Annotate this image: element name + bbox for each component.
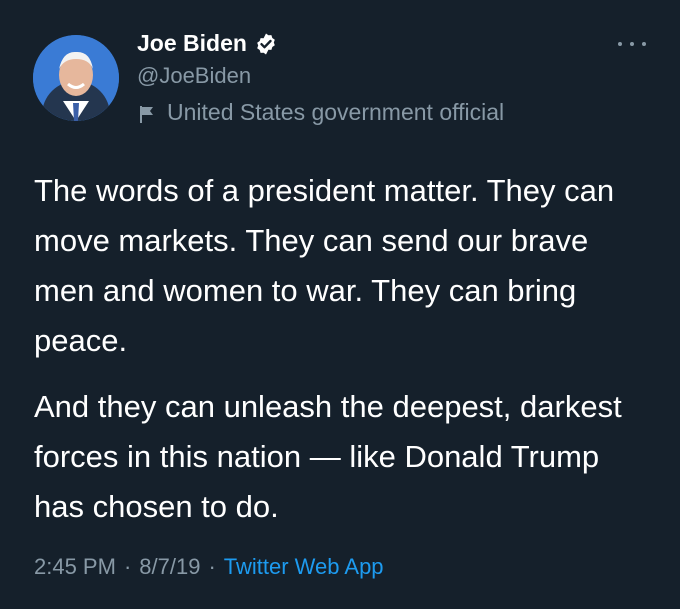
tweet-time[interactable]: 2:45 PM	[34, 554, 116, 580]
more-dot-icon	[642, 42, 646, 46]
government-label-text: United States government official	[167, 99, 505, 125]
tweet-paragraph: And they can unleash the deepest, darkes…	[34, 389, 622, 524]
more-dot-icon	[630, 42, 634, 46]
profile-photo-icon	[33, 35, 119, 121]
meta-separator: ·	[123, 554, 132, 579]
meta-separator: ·	[208, 554, 216, 579]
tweet-date[interactable]: 8/7/19	[139, 554, 200, 580]
author-name-row[interactable]: Joe Biden	[137, 30, 278, 57]
tweet-metadata: 2:45 PM · 8/7/19 · Twitter Web App	[34, 554, 384, 580]
more-options-button[interactable]	[618, 36, 646, 52]
tweet-text: The words of a president matter. They ca…	[34, 166, 654, 532]
government-label[interactable]: United States government official	[137, 99, 504, 126]
author-handle[interactable]: @JoeBiden	[137, 63, 251, 89]
tweet-card: Joe Biden @JoeBiden United States govern…	[0, 0, 680, 609]
flag-icon	[137, 103, 157, 123]
verified-badge-icon	[254, 32, 278, 56]
tweet-paragraph: The words of a president matter. They ca…	[34, 173, 615, 358]
tweet-source-link[interactable]: Twitter Web App	[224, 554, 384, 580]
display-name[interactable]: Joe Biden	[137, 30, 247, 57]
more-dot-icon	[618, 42, 622, 46]
avatar[interactable]	[33, 35, 119, 121]
